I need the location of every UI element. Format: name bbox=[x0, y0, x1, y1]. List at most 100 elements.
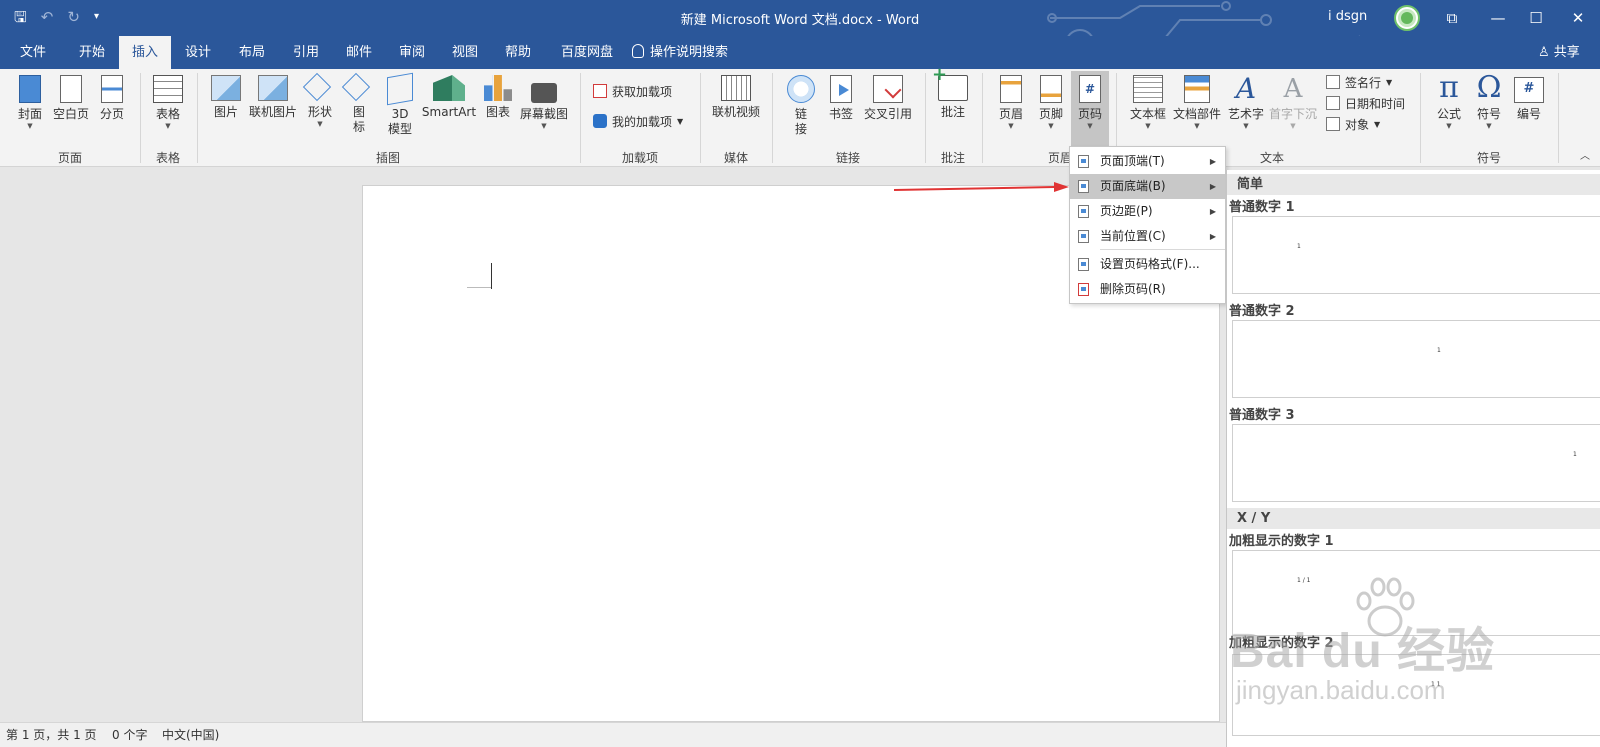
drop-cap-icon: A bbox=[1283, 74, 1303, 104]
close-button[interactable]: ✕ bbox=[1566, 6, 1590, 30]
status-language[interactable]: 中文(中国) bbox=[162, 723, 219, 747]
picture-icon bbox=[211, 75, 241, 101]
3d-models-label-line1: 3D bbox=[391, 107, 409, 121]
share-button[interactable]: ♙ 共享 bbox=[1538, 36, 1580, 69]
tab-help[interactable]: 帮助 bbox=[492, 36, 544, 69]
text-box-icon bbox=[1133, 75, 1163, 103]
wordart-button[interactable]: A 艺术字 ▼ bbox=[1224, 72, 1268, 131]
avatar[interactable] bbox=[1394, 5, 1420, 31]
cross-reference-label: 交叉引用 bbox=[863, 107, 912, 121]
tab-design[interactable]: 设计 bbox=[172, 36, 224, 69]
ribbon-display-options-button[interactable]: ⧉ bbox=[1440, 6, 1464, 30]
gallery-section-simple: 简单 bbox=[1227, 174, 1600, 195]
title-bar: 🖫 ↶ ↻ ▾ 新建 Microsoft Word 文档.docx - Word… bbox=[0, 0, 1600, 59]
my-addins-button[interactable]: 我的加载项 ▼ bbox=[593, 111, 683, 131]
menu-item-page-margins[interactable]: 页边距(P) ▶ bbox=[1070, 199, 1225, 224]
icons-button[interactable]: 图 标 bbox=[344, 75, 374, 135]
online-video-button[interactable]: 联机视频 bbox=[708, 75, 764, 120]
shapes-icon bbox=[305, 75, 335, 101]
gallery-item-plain-number-1[interactable]: 1 bbox=[1232, 216, 1600, 294]
header-button[interactable]: 页眉 ▼ bbox=[994, 75, 1028, 130]
get-addins-button[interactable]: 获取加载项 bbox=[593, 81, 672, 101]
submenu-arrow-icon: ▶ bbox=[1209, 157, 1216, 166]
tab-baidu-netdisk[interactable]: 百度网盘 bbox=[552, 36, 622, 69]
group-label-symbols: 符号 bbox=[1476, 151, 1501, 165]
number-button[interactable]: # 编号 bbox=[1512, 77, 1546, 122]
wordart-icon: A bbox=[1235, 72, 1257, 105]
menu-item-top-of-page[interactable]: 页面顶端(T) ▶ bbox=[1070, 149, 1225, 174]
link-label-line2: 接 bbox=[794, 122, 807, 136]
gallery-item-title: 普通数字 1 bbox=[1229, 200, 1295, 215]
3d-models-button[interactable]: 3D 模型 bbox=[382, 72, 418, 137]
tab-file[interactable]: 文件 bbox=[8, 36, 58, 69]
submenu-arrow-icon: ▶ bbox=[1209, 182, 1216, 191]
status-word-count[interactable]: 0 个字 bbox=[112, 723, 147, 747]
table-button[interactable]: 表格 ▼ bbox=[150, 75, 186, 130]
text-box-button[interactable]: 文本框 ▼ bbox=[1126, 75, 1170, 130]
page-number-preview: 1 1 bbox=[1431, 681, 1441, 688]
page-break-label: 分页 bbox=[99, 107, 124, 121]
minimize-button[interactable]: — bbox=[1486, 6, 1510, 30]
date-time-button[interactable]: 日期和时间 bbox=[1326, 93, 1405, 113]
signature-icon bbox=[1326, 75, 1340, 89]
maximize-button[interactable]: ☐ bbox=[1524, 6, 1548, 30]
quick-parts-icon bbox=[1184, 75, 1210, 103]
status-page-count[interactable]: 第 1 页，共 1 页 bbox=[6, 723, 97, 747]
new-comment-button[interactable]: 批注 bbox=[932, 64, 972, 120]
symbol-button[interactable]: Ω 符号 ▼ bbox=[1472, 73, 1506, 131]
header-icon bbox=[1000, 75, 1022, 103]
get-addins-label: 获取加载项 bbox=[612, 84, 673, 99]
cross-reference-button[interactable]: 交叉引用 bbox=[860, 75, 916, 122]
menu-item-bottom-of-page[interactable]: 页面底端(B) ▶ bbox=[1070, 174, 1225, 199]
chevron-down-icon: ▼ bbox=[1386, 77, 1393, 87]
current-position-icon bbox=[1078, 230, 1089, 243]
tab-view[interactable]: 视图 bbox=[439, 36, 491, 69]
object-button[interactable]: 对象 ▼ bbox=[1326, 114, 1380, 134]
cover-page-button[interactable]: 封面 ▼ bbox=[14, 75, 46, 130]
bookmark-button[interactable]: 书签 bbox=[824, 75, 858, 122]
tab-references[interactable]: 引用 bbox=[280, 36, 332, 69]
page-number-icon: # bbox=[1079, 75, 1101, 103]
chart-button[interactable]: 图表 bbox=[482, 75, 514, 120]
link-label-line1: 链 bbox=[794, 107, 807, 121]
page-break-button[interactable]: 分页 bbox=[96, 75, 128, 122]
gallery-item-plain-number-2[interactable]: 1 bbox=[1232, 320, 1600, 398]
picture-button[interactable]: 图片 bbox=[208, 75, 244, 120]
blank-page-label: 空白页 bbox=[52, 107, 89, 121]
screenshot-button[interactable]: 屏幕截图 ▼ bbox=[516, 75, 572, 130]
shapes-button[interactable]: 形状 ▼ bbox=[302, 75, 338, 128]
menu-item-current-position[interactable]: 当前位置(C) ▶ bbox=[1070, 224, 1225, 249]
blank-page-button[interactable]: 空白页 bbox=[50, 75, 92, 122]
gallery-item-bold-number-2[interactable]: 1 1 bbox=[1232, 654, 1600, 736]
menu-item-label: 页面底端(B) bbox=[1100, 179, 1166, 193]
group-label-media: 媒体 bbox=[723, 151, 748, 165]
quick-parts-button[interactable]: 文档部件 ▼ bbox=[1170, 75, 1224, 130]
page-top-icon bbox=[1078, 155, 1089, 168]
tab-review[interactable]: 审阅 bbox=[386, 36, 438, 69]
drop-cap-button[interactable]: A 首字下沉 ▼ bbox=[1266, 75, 1320, 130]
menu-item-remove-page-numbers[interactable]: 删除页码(R) bbox=[1070, 277, 1225, 302]
tab-insert[interactable]: 插入 bbox=[119, 36, 171, 69]
tell-me-search[interactable]: 操作说明搜索 bbox=[632, 36, 728, 69]
gallery-item-plain-number-3[interactable]: 1 bbox=[1232, 424, 1600, 502]
tab-layout[interactable]: 布局 bbox=[226, 36, 278, 69]
menu-item-format-page-numbers[interactable]: 设置页码格式(F)... bbox=[1070, 252, 1225, 277]
smartart-button[interactable]: SmartArt bbox=[420, 75, 478, 120]
collapse-ribbon-icon[interactable]: ︿ bbox=[1580, 147, 1590, 162]
online-picture-button[interactable]: 联机图片 bbox=[246, 75, 300, 120]
ribbon: 封面 ▼ 空白页 分页 页面 表格 ▼ 表格 图片 联机图片 形状 ▼ 图 标 … bbox=[0, 64, 1600, 167]
screenshot-label: 屏幕截图 bbox=[519, 107, 568, 121]
link-button[interactable]: 链 接 bbox=[784, 75, 818, 137]
chevron-down-icon: ▼ bbox=[165, 122, 171, 130]
quick-parts-label: 文档部件 bbox=[1172, 107, 1221, 121]
footer-button[interactable]: 页脚 ▼ bbox=[1034, 75, 1068, 130]
signature-line-button[interactable]: 签名行 ▼ bbox=[1326, 72, 1392, 92]
page-number-button[interactable]: # 页码 ▼ bbox=[1071, 71, 1109, 147]
gallery-item-bold-number-1[interactable]: 1 / 1 bbox=[1232, 550, 1600, 636]
submenu-arrow-icon: ▶ bbox=[1209, 207, 1216, 216]
equation-button[interactable]: π 公式 ▼ bbox=[1432, 73, 1466, 131]
tab-mailings[interactable]: 邮件 bbox=[333, 36, 385, 69]
tab-home[interactable]: 开始 bbox=[66, 36, 118, 69]
user-name[interactable]: i dsgn bbox=[1328, 9, 1367, 24]
gallery-section-xy: X / Y bbox=[1227, 508, 1600, 529]
